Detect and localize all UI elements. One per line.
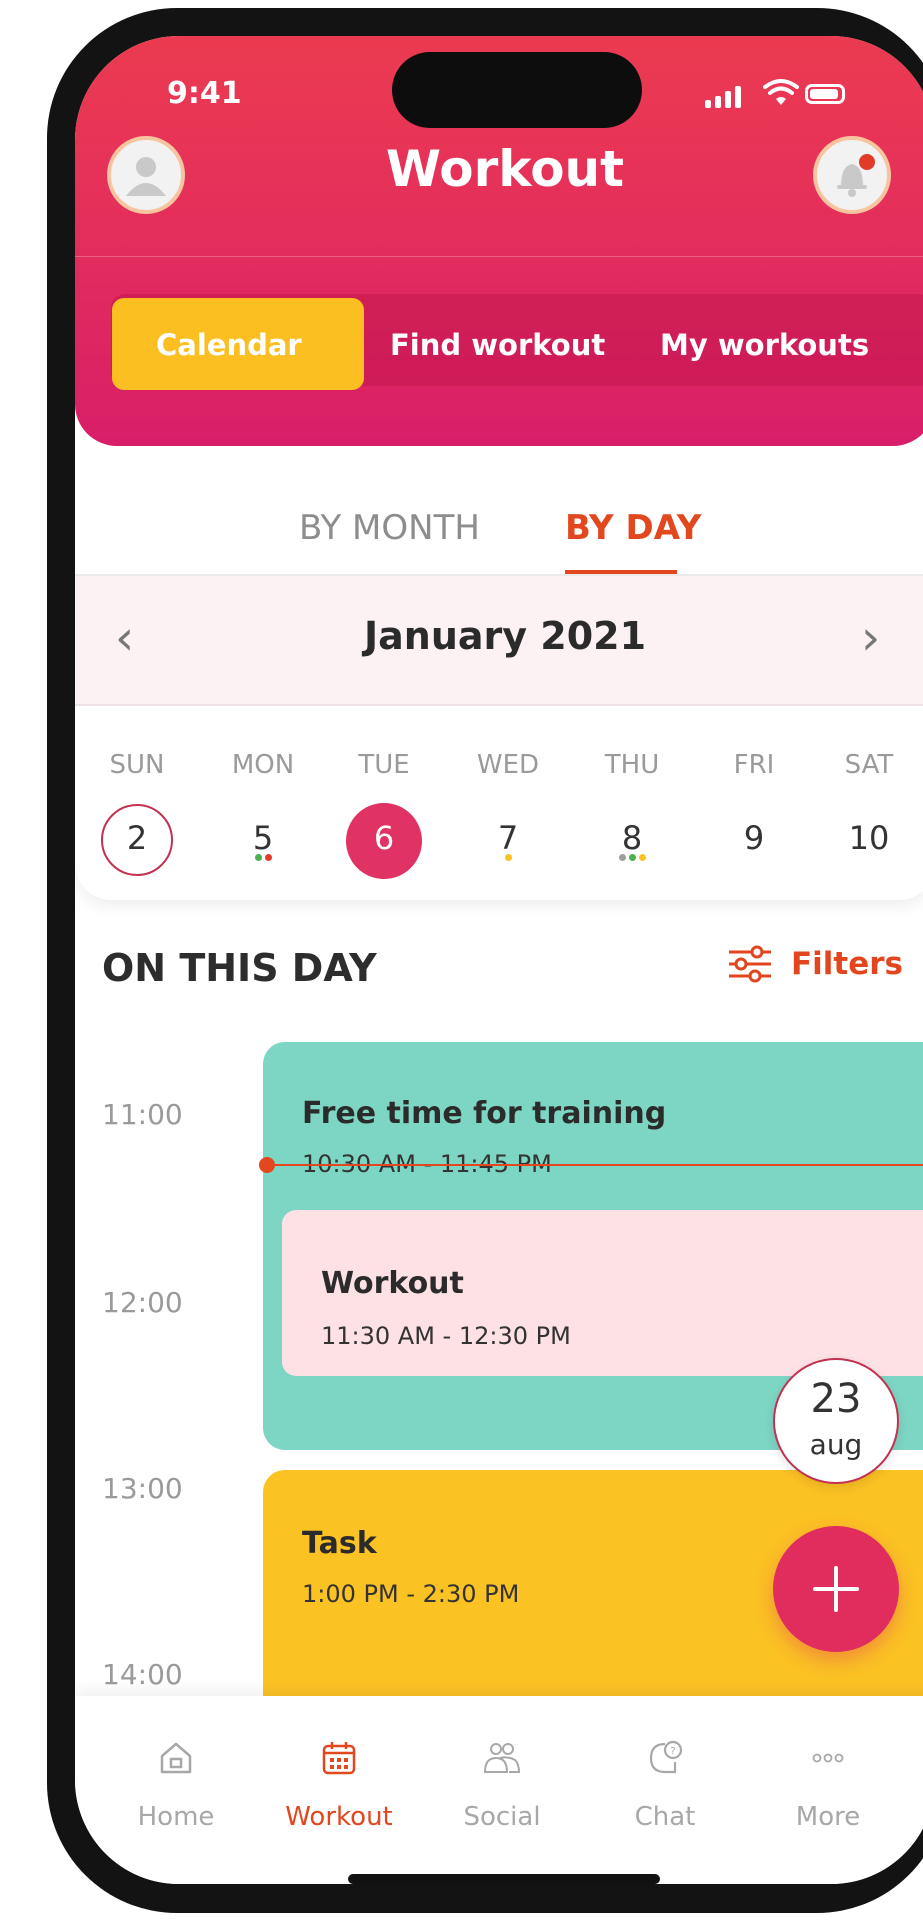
signal-icon: [705, 86, 741, 108]
day-name: WED: [476, 750, 540, 780]
nav-label: Workout: [285, 1802, 393, 1832]
active-tab-indicator: [565, 570, 677, 574]
date-bubble[interactable]: 23 aug: [773, 1358, 899, 1484]
day-number[interactable]: 8: [587, 800, 677, 876]
nav-social[interactable]: Social: [442, 1738, 562, 1832]
nav-label: Social: [463, 1802, 541, 1832]
segment-my-workouts[interactable]: My workouts: [660, 328, 869, 362]
time-label: 12:00: [102, 1286, 183, 1319]
event-time: 11:30 AM - 12:30 PM: [321, 1322, 571, 1350]
event-time: 1:00 PM - 2:30 PM: [302, 1580, 520, 1608]
time-label: 13:00: [102, 1472, 183, 1505]
wifi-icon: [763, 79, 799, 105]
nav-label: Chat: [634, 1802, 696, 1832]
day-name: MON: [231, 750, 295, 780]
event-dot: [638, 854, 646, 861]
time-label: 11:00: [102, 1098, 183, 1131]
event-title: Task: [302, 1526, 377, 1561]
nav-workout[interactable]: Workout: [279, 1738, 399, 1832]
notifications-button[interactable]: [813, 136, 891, 214]
bell-icon: [837, 164, 867, 197]
event-dot: [254, 854, 262, 861]
day-number[interactable]: 7: [463, 800, 553, 876]
event-title: Free time for training: [302, 1096, 667, 1131]
chevron-right-icon[interactable]: ›: [861, 610, 880, 666]
calendar-icon: [322, 1742, 356, 1775]
event-dot: [504, 854, 512, 861]
day-name: SUN: [109, 750, 165, 780]
event-dot: [618, 854, 626, 861]
page-title: Workout: [385, 140, 625, 198]
day-number[interactable]: 10: [824, 800, 914, 876]
status-time: 9:41: [167, 76, 242, 111]
event-title: Workout: [321, 1266, 464, 1301]
event-dot: [264, 854, 272, 861]
app-screen: 9:41 Workout Calendar Find workout My wo…: [75, 36, 923, 1884]
month-title: January 2021: [363, 614, 647, 658]
nav-chat[interactable]: ? Chat: [605, 1738, 725, 1832]
date-bubble-day: 23: [810, 1376, 862, 1422]
date-bubble-month: aug: [809, 1428, 863, 1461]
event-dots: [463, 854, 553, 861]
notification-badge: [859, 154, 875, 170]
header-divider: [75, 256, 923, 257]
time-label: 14:00: [102, 1658, 183, 1691]
dynamic-island: [392, 52, 642, 128]
tab-by-month[interactable]: BY MONTH: [299, 508, 480, 548]
filters-button[interactable]: Filters: [727, 944, 903, 984]
home-icon: [160, 1742, 192, 1774]
current-time-dot: [259, 1157, 275, 1173]
home-indicator: [348, 1874, 660, 1884]
day-number[interactable]: 9: [709, 800, 799, 876]
segment-calendar-label[interactable]: Calendar: [156, 328, 302, 362]
people-icon: [483, 1743, 521, 1773]
chat-icon: ?: [649, 1740, 683, 1774]
battery-icon: [805, 84, 845, 104]
segment-find-workout[interactable]: Find workout: [390, 328, 605, 362]
day-number[interactable]: 6: [339, 800, 429, 876]
current-time-line: [268, 1164, 923, 1166]
tab-by-day[interactable]: BY DAY: [565, 508, 701, 548]
event-dots: [587, 854, 677, 861]
add-button[interactable]: [773, 1526, 899, 1652]
day-number[interactable]: 5: [218, 800, 308, 876]
day-name: SAT: [844, 750, 894, 780]
agenda-heading: ON THIS DAY: [102, 946, 377, 990]
nav-label: More: [795, 1802, 861, 1832]
day-number[interactable]: 2: [92, 800, 182, 876]
svg-text:?: ?: [670, 1746, 675, 1757]
nav-label: Home: [137, 1802, 215, 1832]
day-name: FRI: [733, 750, 775, 780]
filters-label: Filters: [791, 946, 904, 982]
day-name: THU: [604, 750, 660, 780]
nav-more[interactable]: More: [768, 1738, 888, 1832]
event-dots: [218, 854, 308, 861]
more-icon: [812, 1753, 844, 1763]
nav-home[interactable]: Home: [116, 1738, 236, 1832]
sliders-icon: [729, 945, 771, 983]
event-dot: [628, 854, 636, 861]
day-name: TUE: [358, 750, 410, 780]
